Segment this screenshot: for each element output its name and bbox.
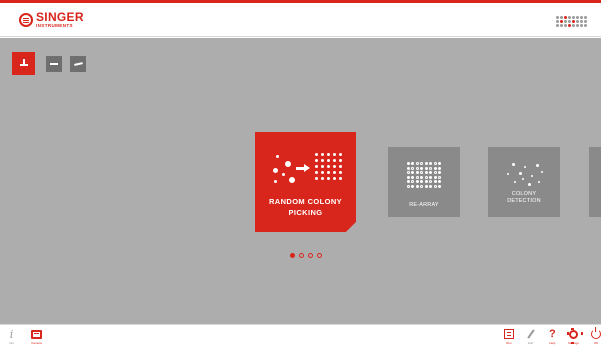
edit-icon [526, 329, 535, 339]
logo-text: SINGER INSTRUMENTS [36, 11, 84, 29]
card-random-colony-picking[interactable]: RANDOM COLONY PICKING [255, 132, 356, 232]
info-button[interactable]: i Info [9, 327, 15, 346]
pager-dot-2[interactable] [299, 253, 304, 258]
run-label: Run [506, 341, 512, 345]
pager-dot-3[interactable] [308, 253, 313, 258]
card-label: RANDOM COLONY PICKING [268, 197, 343, 217]
wrench-icon [73, 62, 83, 66]
brand-name: SINGER [36, 10, 84, 24]
camera-screen-icon [31, 329, 42, 339]
info-label: Info [9, 341, 15, 345]
plate-icon [50, 63, 58, 65]
card-colony-detection[interactable]: COLONY DETECTION [488, 147, 560, 217]
settings-icon [566, 327, 583, 344]
mode-button-tools[interactable] [70, 56, 86, 72]
camera-button[interactable]: Camera [31, 328, 42, 345]
brand-sub: INSTRUMENTS [36, 23, 73, 28]
random-colony-picking-icon [270, 149, 342, 189]
main-area: RANDOM COLONY PICKING RE-ARRAY COLONY DE… [0, 38, 601, 324]
edit-button[interactable]: Edit [526, 328, 535, 345]
help-label: Help [549, 341, 556, 345]
card-next-partial[interactable] [589, 147, 601, 217]
colony-pick-icon [19, 59, 28, 66]
carousel-pager [290, 253, 322, 258]
edit-label: Edit [528, 341, 534, 345]
plate-layout-icon[interactable] [556, 16, 587, 27]
power-button[interactable]: Off [591, 327, 601, 345]
re-array-icon [406, 162, 442, 188]
run-button[interactable]: Run [504, 328, 514, 345]
power-icon [591, 327, 601, 339]
run-icon [504, 329, 514, 339]
singer-logo: SINGER INSTRUMENTS [19, 11, 84, 29]
mode-button-colony-pick[interactable] [12, 52, 35, 75]
singer-logo-mark-icon [19, 12, 33, 27]
pager-dot-1[interactable] [290, 253, 295, 258]
card-label: RE-ARRAY [409, 201, 439, 208]
card-label: COLONY DETECTION [507, 191, 541, 205]
header-bar: SINGER INSTRUMENTS [0, 3, 601, 37]
pager-dot-4[interactable] [317, 253, 322, 258]
help-button[interactable]: ? Help [549, 328, 556, 345]
power-label: Off [594, 341, 598, 345]
card-re-array[interactable]: RE-ARRAY [388, 147, 460, 217]
help-icon: ? [549, 327, 556, 340]
colony-detection-icon [502, 160, 546, 188]
mode-button-plate[interactable] [46, 56, 62, 72]
settings-button[interactable]: Settings [566, 327, 583, 345]
info-icon: i [9, 327, 14, 341]
footer-bar: i Info Camera Run Edit ? Help Settings O… [0, 324, 601, 347]
camera-label: Camera [31, 341, 42, 345]
